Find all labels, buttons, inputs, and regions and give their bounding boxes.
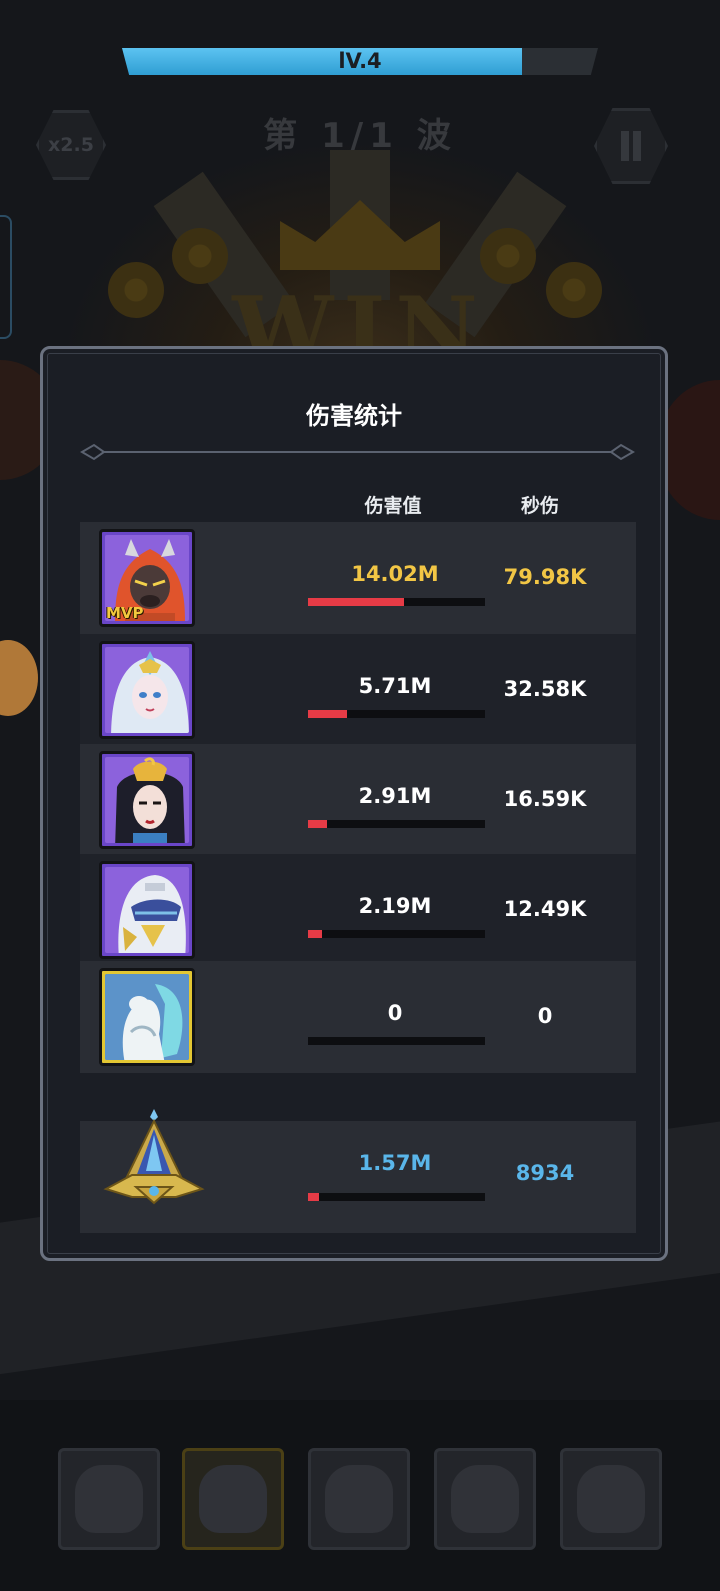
damage-share-bar bbox=[308, 710, 485, 718]
damage-share-fill bbox=[308, 930, 323, 938]
damage-value: 14.02M bbox=[351, 562, 439, 586]
panel-title: 伤害统计 bbox=[306, 402, 402, 430]
damage-share-bar bbox=[308, 820, 485, 828]
artifact-damage-row: 1.57M 8934 bbox=[80, 1109, 636, 1233]
lion-warrior-portrait: MVP bbox=[99, 529, 195, 627]
dps-value: 79.98K bbox=[503, 565, 587, 589]
mvp-badge: MVP bbox=[106, 604, 144, 622]
silver-knight-portrait bbox=[99, 861, 195, 959]
wave-counter: 第 1/1 波 bbox=[263, 116, 457, 156]
hero-damage-row: 5.71M 32.58K bbox=[80, 634, 636, 746]
ice-queen-icon bbox=[111, 651, 189, 733]
damage-stats-panel: 伤害统计 伤害值 秒伤 MVP 14.02M 79.98K 5.71M 32.5… bbox=[40, 346, 668, 1261]
damage-share-fill bbox=[308, 710, 347, 718]
hero-slot bbox=[182, 1448, 284, 1550]
damage-share-bar bbox=[308, 598, 485, 606]
level-label: lV.4 bbox=[338, 49, 382, 73]
dps-column-header: 秒伤 bbox=[520, 495, 559, 517]
flower-icon bbox=[172, 228, 228, 284]
ornament-divider bbox=[80, 443, 635, 461]
hero-slot bbox=[58, 1448, 160, 1550]
pharaoh-lady-portrait bbox=[99, 751, 195, 849]
damage-share-fill bbox=[308, 1193, 319, 1201]
hero-slot bbox=[560, 1448, 662, 1550]
damage-share-bar bbox=[308, 1193, 485, 1201]
dps-value: 32.58K bbox=[503, 677, 587, 701]
damage-share-bar bbox=[308, 930, 485, 938]
damage-value: 2.91M bbox=[358, 784, 432, 808]
hero-damage-row: 2.19M 12.49K bbox=[80, 854, 636, 966]
ice-queen-portrait bbox=[99, 641, 195, 739]
dps-value: 8934 bbox=[515, 1161, 575, 1185]
flower-icon bbox=[480, 228, 536, 284]
hero-damage-row: MVP 14.02M 79.98K bbox=[80, 522, 636, 634]
dps-value: 12.49K bbox=[503, 897, 587, 921]
crystal-pyramid-icon bbox=[103, 1109, 205, 1205]
dps-value: 16.59K bbox=[503, 787, 587, 811]
damage-share-fill bbox=[308, 820, 328, 828]
damage-value: 0 bbox=[387, 1001, 403, 1025]
hero-slot bbox=[308, 1448, 410, 1550]
damage-value: 1.57M bbox=[358, 1151, 432, 1175]
silver-knight-icon bbox=[118, 875, 186, 953]
damage-value: 2.19M bbox=[358, 894, 432, 918]
level-progress-bar: lV.4 bbox=[122, 48, 598, 75]
spirit-creature-portrait bbox=[99, 968, 195, 1066]
damage-share-fill bbox=[308, 598, 404, 606]
pharaoh-lady-icon bbox=[115, 757, 185, 843]
decor-leaf bbox=[660, 380, 720, 520]
dps-value: 0 bbox=[537, 1004, 553, 1028]
hero-slot bbox=[434, 1448, 536, 1550]
damage-value: 5.71M bbox=[358, 674, 432, 698]
damage-share-bar bbox=[308, 1037, 485, 1045]
side-tab bbox=[0, 215, 12, 339]
hero-damage-row: 0 0 bbox=[80, 961, 636, 1073]
hero-damage-row: 2.91M 16.59K bbox=[80, 744, 636, 856]
side-bubble-icon bbox=[0, 640, 38, 716]
spirit-creature-icon bbox=[105, 974, 189, 1060]
damage-column-header: 伤害值 bbox=[364, 495, 422, 517]
